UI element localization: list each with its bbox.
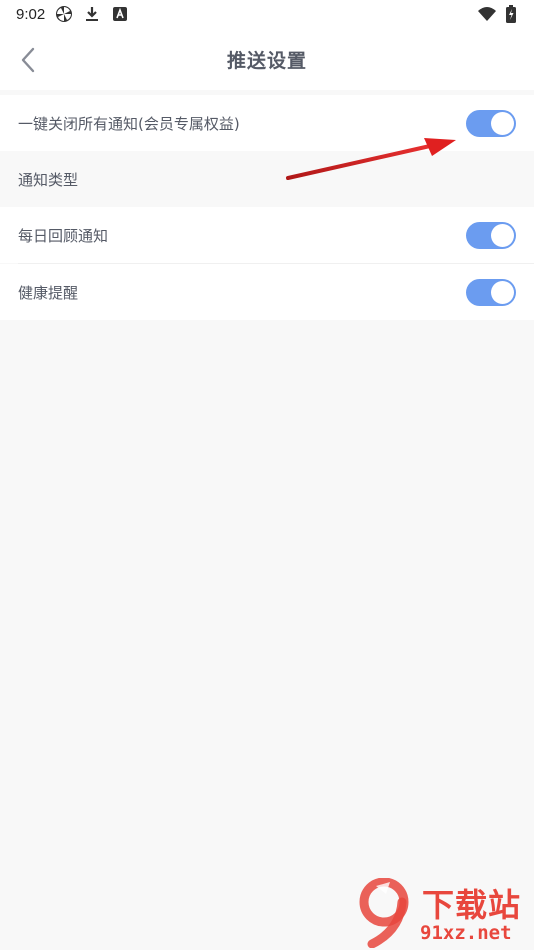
a-badge-icon (111, 5, 129, 23)
daily-review-row: 每日回顾通知 (0, 207, 534, 263)
watermark-brand: 下载站 (422, 886, 522, 924)
master-notification-label: 一键关闭所有通知(会员专属权益) (18, 114, 240, 133)
status-left: 9:02 (16, 5, 129, 23)
daily-review-label: 每日回顾通知 (18, 226, 109, 245)
chevron-left-icon (21, 47, 35, 73)
watermark-domain: 91xz.net (420, 922, 512, 944)
download-icon (83, 5, 101, 23)
watermark: 下载站 91xz.net (356, 878, 526, 948)
toggle-knob (491, 280, 514, 304)
status-right (478, 5, 520, 23)
health-reminder-label: 健康提醒 (18, 283, 79, 302)
toggle-knob (491, 223, 514, 247)
status-time: 9:02 (16, 5, 46, 23)
back-button[interactable] (10, 42, 46, 78)
health-reminder-toggle[interactable] (466, 278, 516, 306)
app-header: 推送设置 (0, 28, 534, 90)
wifi-icon (478, 5, 496, 23)
health-reminder-row: 健康提醒 (0, 264, 534, 320)
pinwheel-icon (55, 5, 73, 23)
battery-charging-icon (502, 5, 520, 23)
screen: 9:02 推送设置 一键关闭所有通知(会员专属权益) 通知类型 每日回顾通知 健… (0, 0, 534, 950)
annotation-arrow (286, 138, 456, 180)
daily-review-toggle[interactable] (466, 221, 516, 249)
watermark-logo (359, 878, 409, 948)
toggle-knob (491, 111, 514, 135)
page-title: 推送设置 (226, 49, 307, 72)
status-bar: 9:02 (0, 0, 534, 28)
master-notification-toggle[interactable] (466, 109, 516, 137)
